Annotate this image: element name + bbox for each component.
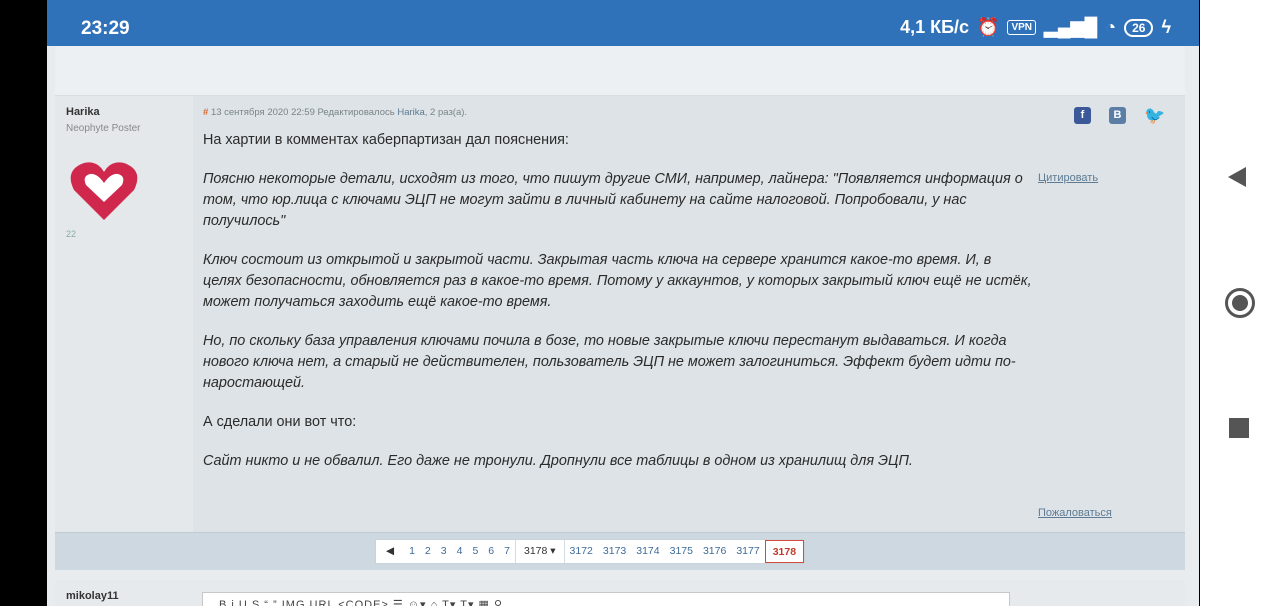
page-link[interactable]: 3176 bbox=[698, 540, 731, 563]
page-link[interactable]: 4 bbox=[452, 540, 468, 563]
alarm-icon: ⏰ bbox=[977, 17, 1000, 37]
phone-screen: 23:29 4,1 КБ/с ⏰ VPN ▂▄▆█ ◔ 26 ϟ Harika … bbox=[47, 0, 1199, 606]
post-paragraph: А сделали они вот что: bbox=[203, 414, 357, 430]
page-link[interactable]: 3175 bbox=[665, 540, 698, 563]
post-paragraph: Но, по скольку база управления ключами п… bbox=[203, 333, 1016, 391]
share-buttons: f B 🐦 bbox=[1074, 107, 1165, 124]
page-link[interactable]: 7 bbox=[499, 540, 515, 563]
pagination-bar: ◀ 1 2 3 4 5 6 7 3178 ▾ 3172 3173 3174 31… bbox=[55, 532, 1185, 570]
status-bar: 23:29 4,1 КБ/с ⏰ VPN ▂▄▆█ ◔ 26 ϟ bbox=[47, 0, 1199, 46]
editor-name[interactable]: Harika bbox=[397, 107, 424, 118]
charging-icon: ϟ bbox=[1161, 17, 1171, 37]
vpn-icon: VPN bbox=[1007, 20, 1037, 35]
author-rank: Neophyte Poster bbox=[66, 123, 141, 134]
page-link[interactable]: 2 bbox=[420, 540, 436, 563]
recent-apps-icon[interactable] bbox=[1229, 418, 1249, 438]
battery-icon: 26 bbox=[1124, 18, 1154, 37]
post-paragraph: Поясню некоторые детали, исходят из того… bbox=[203, 171, 1023, 229]
page-link[interactable]: 1 bbox=[404, 540, 420, 563]
forum-top-strip bbox=[55, 46, 1185, 96]
reply-area: mikolay11 B i U S “ ” IMG URL <CODE> ☰ ☺… bbox=[55, 580, 1185, 606]
home-icon[interactable] bbox=[1225, 288, 1255, 318]
edit-count: , 2 раз(а). bbox=[424, 107, 468, 118]
page-link[interactable]: 3174 bbox=[631, 540, 664, 563]
signal-icon: ▂▄▆█ bbox=[1044, 17, 1098, 37]
report-link[interactable]: Пожаловаться bbox=[1038, 507, 1112, 519]
vk-icon[interactable]: B bbox=[1109, 107, 1126, 124]
post-meta: # 13 сентября 2020 22:59 Редактировалось… bbox=[203, 107, 467, 118]
quote-link[interactable]: Цитировать bbox=[1038, 172, 1098, 184]
page-link[interactable]: 3172 bbox=[565, 540, 598, 563]
post-content: # 13 сентября 2020 22:59 Редактировалось… bbox=[203, 96, 1033, 532]
page-jump-dropdown[interactable]: 3178 ▾ bbox=[514, 540, 565, 563]
network-speed: 4,1 КБ/с bbox=[900, 17, 970, 37]
twitter-icon[interactable]: 🐦 bbox=[1144, 107, 1165, 124]
pagination: ◀ 1 2 3 4 5 6 7 3178 ▾ 3172 3173 3174 31… bbox=[375, 539, 806, 564]
page-link[interactable]: 6 bbox=[483, 540, 499, 563]
page-link[interactable]: 3 bbox=[436, 540, 452, 563]
avatar[interactable] bbox=[69, 158, 139, 224]
android-nav-bar bbox=[1200, 0, 1280, 606]
reply-author-name[interactable]: mikolay11 bbox=[66, 590, 119, 602]
clock: 23:29 bbox=[81, 18, 130, 39]
post-paragraph: Сайт никто и не обвалил. Его даже не тро… bbox=[203, 453, 913, 469]
page-link[interactable]: 3173 bbox=[598, 540, 631, 563]
forum-post: Harika Neophyte Poster 22 # 13 сентября … bbox=[55, 96, 1185, 532]
current-page: 3178 bbox=[764, 540, 805, 563]
post-body: На хартии в комментах каберпартизан дал … bbox=[203, 130, 1033, 490]
post-paragraph: На хартии в комментах каберпартизан дал … bbox=[203, 132, 569, 148]
page-link[interactable]: 3177 bbox=[731, 540, 764, 563]
back-icon[interactable] bbox=[1228, 167, 1246, 187]
page-link[interactable]: 5 bbox=[467, 540, 483, 563]
edited-label: Редактировалось bbox=[317, 107, 395, 118]
author-name[interactable]: Harika bbox=[66, 106, 100, 118]
post-paragraph: Ключ состоит из открытой и закрытой част… bbox=[203, 252, 1032, 310]
prev-page-icon[interactable]: ◀ bbox=[376, 540, 404, 563]
editor-toolbar[interactable]: B i U S “ ” IMG URL <CODE> ☰ ☺▾ ⌂ T▾ T▾ … bbox=[219, 598, 503, 606]
reply-editor[interactable]: B i U S “ ” IMG URL <CODE> ☰ ☺▾ ⌂ T▾ T▾ … bbox=[202, 592, 1010, 606]
post-count: 22 bbox=[66, 229, 77, 239]
facebook-icon[interactable]: f bbox=[1074, 107, 1091, 124]
post-author-panel: Harika Neophyte Poster 22 bbox=[55, 96, 193, 532]
wifi-icon: ◔ bbox=[1105, 17, 1117, 37]
post-permalink[interactable]: # bbox=[203, 107, 208, 118]
post-date: 13 сентября 2020 22:59 bbox=[210, 107, 315, 118]
